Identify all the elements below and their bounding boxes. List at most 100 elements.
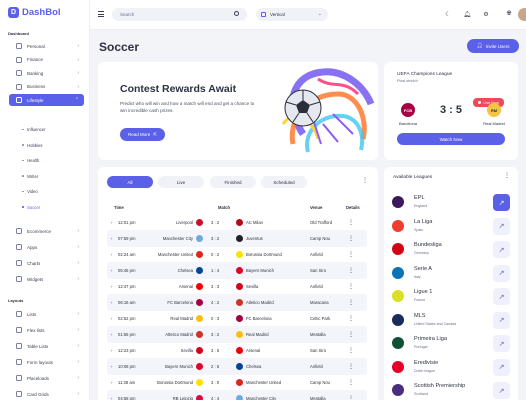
league-country: Germany <box>414 251 429 255</box>
league-item[interactable]: Eredivisie Dutch league ↗ <box>392 358 512 380</box>
sidebar-item-banking[interactable]: Banking › <box>9 67 84 79</box>
sidebar-subitem-influencer[interactable]: Influencer <box>22 127 45 132</box>
table-row[interactable]: › 12:01 pm Liverpool 3 : 2 AC Milan Old … <box>107 214 367 231</box>
brand-logo[interactable]: D DashBol <box>8 7 61 18</box>
table-row[interactable]: › 07:59 pm Manchester City 3 : 2 Juventu… <box>107 230 367 247</box>
more-options-icon[interactable]: ⋮ <box>362 178 368 184</box>
row-details-icon[interactable]: ⋮ <box>348 214 354 231</box>
row-details-icon[interactable]: ⋮ <box>348 374 354 391</box>
row-details-icon[interactable]: ⋮ <box>348 294 354 311</box>
col-venue: Venue <box>310 205 323 210</box>
home-team: Sevilla <box>180 348 193 353</box>
league-item[interactable]: La Liga Spain ↗ <box>392 217 512 239</box>
sidebar-item-ecommerce[interactable]: Ecommerce › <box>9 225 84 237</box>
league-item[interactable]: Scottish Premiership Scotland ↗ <box>392 381 512 400</box>
table-row[interactable]: › 06:16 am FC Barcelona 4 : 2 Atletico M… <box>107 294 367 311</box>
sidebar-item-label: Business <box>27 84 46 89</box>
sidebar-item-flex-lists[interactable]: Flex lists › <box>9 324 84 336</box>
league-item[interactable]: Primeira Liga Portugal ↗ <box>392 334 512 356</box>
league-item[interactable]: Ligue 1 France ↗ <box>392 287 512 309</box>
sidebar-item-form-layouts[interactable]: Form layouts › <box>9 356 84 368</box>
moon-icon[interactable]: ☾ <box>444 10 452 18</box>
competition-stage: Final stretch <box>397 79 418 83</box>
league-name: Bundesliga <box>414 242 442 248</box>
sidebar-item-lists[interactable]: Lists › <box>9 308 84 320</box>
leagues-title: Available Leagues <box>393 175 433 180</box>
sidebar-item-personal[interactable]: Personal › <box>9 40 84 52</box>
table-row[interactable]: › 05:45 pm Chelsea 1 : 4 Bayern Munich S… <box>107 262 367 279</box>
sidebar-item-table-lists[interactable]: Table Lists › <box>9 340 84 352</box>
home-crest-icon <box>196 262 203 279</box>
bullet-icon <box>22 175 24 177</box>
open-league-arrow-icon[interactable]: ↗ <box>493 217 510 235</box>
open-league-arrow-icon[interactable]: ↗ <box>493 358 510 376</box>
sidebar-item-finance[interactable]: Finance › <box>9 54 84 66</box>
language-globe-icon[interactable]: 🌐︎ <box>502 10 516 18</box>
open-league-arrow-icon[interactable]: ↗ <box>493 264 510 282</box>
table-row[interactable]: › 04:58 pm RB Leipzig 4 : 4 Manchester C… <box>107 390 367 400</box>
match-score: 3 : 2 <box>211 332 220 337</box>
table-row[interactable]: › 12:23 pm Sevilla 3 : 5 Arsenal San Sir… <box>107 342 367 359</box>
search-input[interactable]: Search <box>112 8 247 21</box>
league-item[interactable]: MLS United States and Canada ↗ <box>392 311 512 333</box>
table-row[interactable]: › 02:24 am Manchester United 0 : 2 Borus… <box>107 246 367 263</box>
filter-tab-live[interactable]: Live <box>158 176 204 188</box>
chevron-right-icon: › <box>111 364 113 369</box>
menu-toggle-icon[interactable] <box>98 11 104 17</box>
barcelona-crest-icon: FCB <box>401 103 415 117</box>
chevron-right-icon: › <box>111 284 113 289</box>
sidebar-item-placeloads[interactable]: Placeloads › <box>9 372 84 384</box>
watch-now-button[interactable]: Watch Now <box>397 133 505 145</box>
filter-tab-finished[interactable]: Finished <box>210 176 256 188</box>
table-row[interactable]: › 01:55 pm Atletico Madrid 3 : 2 Real Ma… <box>107 326 367 343</box>
leagues-more-icon[interactable]: ⋮ <box>504 173 510 179</box>
sidebar-subitem-writer[interactable]: Writer <box>22 174 38 179</box>
league-item[interactable]: EPL England ↗ <box>392 193 512 215</box>
sidebar-subitem-soccer[interactable]: Soccer <box>22 205 40 210</box>
settings-icon[interactable]: ⚙ <box>482 10 490 18</box>
filter-tab-all[interactable]: All <box>107 176 153 188</box>
sidebar-item-lifestyle[interactable]: Lifestyle ⌃ <box>9 94 84 106</box>
sidebar-subitem-video[interactable]: Video <box>22 189 38 194</box>
sidebar-item-charts[interactable]: Charts › <box>9 257 84 269</box>
home-crest-icon <box>196 214 203 231</box>
league-item[interactable]: Bundesliga Germany ↗ <box>392 240 512 262</box>
row-details-icon[interactable]: ⋮ <box>348 326 354 343</box>
cart-icon <box>16 228 22 234</box>
open-league-arrow-icon[interactable]: ↗ <box>493 241 510 258</box>
row-details-icon[interactable]: ⋮ <box>348 390 354 400</box>
sidebar: D DashBol Dashboard Personal › Finance ›… <box>0 0 90 400</box>
sidebar-subitem-health[interactable]: Health <box>22 158 39 163</box>
open-league-arrow-icon[interactable]: ↗ <box>493 194 510 211</box>
bell-icon[interactable]: 🔔︎ <box>463 10 471 18</box>
filter-tab-scheduled[interactable]: Scheduled <box>261 176 307 188</box>
layout-select[interactable]: Vertical ⌄ <box>256 8 328 21</box>
sidebar-item-business[interactable]: Business › <box>9 81 84 93</box>
table-row[interactable]: › 10:08 pm Bayern Munich 2 : 5 Chelsea A… <box>107 358 367 375</box>
sidebar-item-apps[interactable]: Apps › <box>9 241 84 253</box>
row-details-icon[interactable]: ⋮ <box>348 230 354 247</box>
sidebar-item-label: Form layouts <box>27 359 54 365</box>
read-more-button[interactable]: Read More ⇱ <box>120 128 165 141</box>
invite-users-button[interactable]: 👤︎ Invite Users <box>467 39 519 53</box>
open-league-arrow-icon[interactable]: ↗ <box>493 311 510 329</box>
row-details-icon[interactable]: ⋮ <box>348 310 354 327</box>
table-row[interactable]: › 11:38 am Borussia Dortmund 3 : 0 Manch… <box>107 374 367 391</box>
sidebar-item-widgets[interactable]: Widgets › <box>9 273 84 285</box>
row-details-icon[interactable]: ⋮ <box>348 278 354 295</box>
table-row[interactable]: › 12:47 pm Arsenal 3 : 3 Sevilla Anfield… <box>107 278 367 295</box>
live-match-card: UEFA Champions League Final stretch FCB … <box>384 62 518 160</box>
table-row[interactable]: › 02:52 pm Real Madrid 0 : 3 FC Barcelon… <box>107 310 367 327</box>
avatar[interactable] <box>518 8 526 21</box>
sidebar-item-card-grids[interactable]: Card Grids › <box>9 388 84 400</box>
open-league-arrow-icon[interactable]: ↗ <box>493 335 510 352</box>
sidebar-subitem-hobbies[interactable]: Hobbies <box>22 143 42 148</box>
row-details-icon[interactable]: ⋮ <box>348 246 354 263</box>
row-details-icon[interactable]: ⋮ <box>348 358 354 375</box>
open-league-arrow-icon[interactable]: ↗ <box>493 382 510 399</box>
open-league-arrow-icon[interactable]: ↗ <box>493 288 510 305</box>
row-details-icon[interactable]: ⋮ <box>348 262 354 279</box>
chevron-right-icon: › <box>111 220 113 225</box>
row-details-icon[interactable]: ⋮ <box>348 342 354 359</box>
league-item[interactable]: Serie A Italy ↗ <box>392 264 512 286</box>
